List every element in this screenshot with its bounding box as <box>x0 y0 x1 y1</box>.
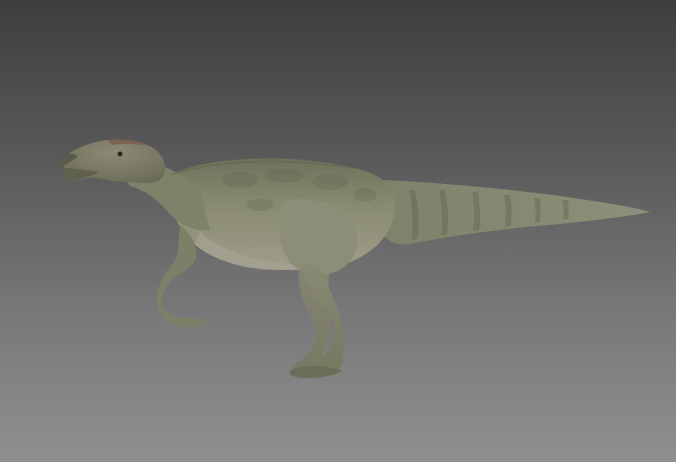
tail <box>380 180 650 245</box>
model-layer <box>0 0 676 462</box>
dinosaur-model <box>60 139 650 378</box>
eye <box>117 151 123 157</box>
3d-viewport[interactable] <box>0 0 676 462</box>
